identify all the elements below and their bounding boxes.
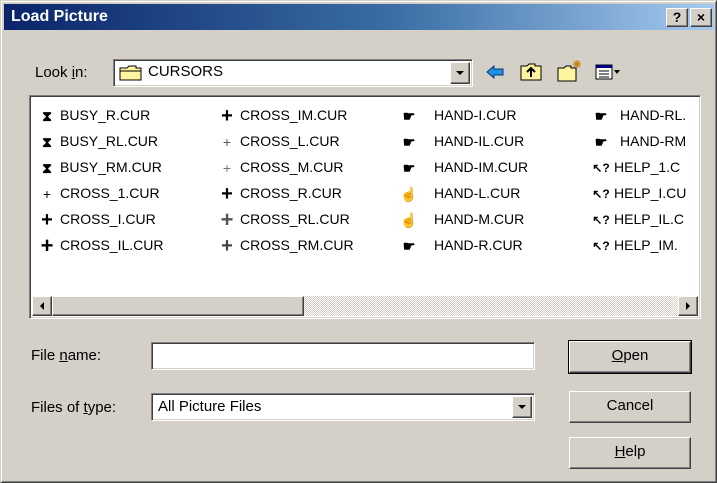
context-help-button[interactable]: ? [666, 8, 688, 27]
hourglass-icon: ⧗ [42, 160, 52, 177]
crosshair-icon: + [221, 183, 233, 206]
hand-cursor-icon: ☛ [402, 160, 416, 177]
help-cursor-icon: ↖? [592, 161, 610, 176]
list-item[interactable]: + CROSS_IM.CUR [216, 102, 354, 128]
hourglass-icon: ⧗ [42, 108, 52, 125]
crosshair-icon: + [41, 209, 53, 232]
look-in-value: CURSORS [148, 63, 224, 80]
hourglass-icon: ⧗ [42, 134, 52, 151]
list-item[interactable]: ☛ HAND-IM.CUR [398, 154, 528, 180]
look-in-select[interactable]: CURSORS [113, 59, 473, 87]
list-item[interactable]: ☛ HAND-RM [590, 128, 686, 154]
list-item[interactable]: ↖? HELP_I.CU [590, 180, 686, 206]
list-item[interactable]: ☛ HAND-R.CUR [398, 232, 528, 258]
list-item[interactable]: + CROSS_R.CUR [216, 180, 354, 206]
hand-cursor-icon: ☝ [400, 186, 418, 203]
help-cursor-icon: ↖? [592, 213, 610, 228]
folder-icon [119, 65, 142, 81]
help-cursor-icon: ↖? [592, 187, 610, 202]
open-button[interactable]: Open [568, 340, 692, 374]
hand-cursor-icon: ☛ [594, 108, 608, 125]
list-item[interactable]: ↖? HELP_IM. [590, 232, 686, 258]
file-column-1: ⧗ BUSY_R.CUR ⧗ BUSY_RL.CUR ⧗ BUSY_RM.CUR + C… [36, 102, 164, 259]
help-button[interactable]: Help [569, 437, 691, 469]
crosshair-icon: + [42, 186, 52, 203]
list-item[interactable]: ↖? HELP_1.C [590, 154, 686, 180]
up-one-level-icon[interactable] [517, 58, 545, 86]
list-item[interactable]: ☛ HAND-I.CUR [398, 102, 528, 128]
load-picture-dialog: Load Picture ? × Look in: CURSORS ⧗ BUSY_… [0, 0, 717, 483]
list-item[interactable]: + CROSS_1.CUR [36, 180, 163, 206]
crosshair-icon: + [222, 134, 232, 151]
scroll-thumb[interactable] [52, 296, 304, 316]
dialog-title: Load Picture [11, 8, 108, 25]
crosshair-icon: + [221, 105, 233, 128]
list-item[interactable]: + CROSS_L.CUR [216, 128, 354, 154]
title-bar[interactable]: Load Picture ? × [4, 4, 714, 30]
list-item[interactable]: ☝ HAND-M.CUR [398, 206, 528, 232]
help-cursor-icon: ↖? [592, 239, 610, 254]
back-arrow-icon[interactable] [481, 58, 509, 86]
file-column-3: ☛ HAND-I.CUR ☛ HAND-IL.CUR ☛ HAND-IM.CUR ☝ H… [398, 102, 528, 258]
list-item[interactable]: + CROSS_M.CUR [216, 154, 354, 180]
crosshair-icon: + [40, 233, 54, 259]
scroll-left-button[interactable] [32, 296, 52, 316]
arrow-left-icon [40, 302, 44, 310]
crosshair-icon: + [222, 160, 232, 177]
crosshair-icon: + [220, 207, 234, 233]
files-of-type-value: All Picture Files [158, 398, 262, 415]
list-item[interactable]: ↖? HELP_IL.C [590, 206, 686, 232]
files-of-type-select[interactable]: All Picture Files [151, 393, 535, 421]
hand-cursor-icon: ☛ [402, 238, 416, 255]
file-column-4: ☛ HAND-RL. ☛ HAND-RM ↖? HELP_1.C ↖? HELP_I.C… [590, 102, 686, 258]
list-item[interactable]: ☛ HAND-RL. [590, 102, 686, 128]
list-item[interactable]: ☝ HAND-L.CUR [398, 180, 528, 206]
list-item[interactable]: + CROSS_RL.CUR [216, 206, 354, 232]
list-item[interactable]: + CROSS_I.CUR [36, 206, 163, 232]
close-button[interactable]: × [690, 8, 712, 27]
arrow-right-icon [686, 302, 690, 310]
list-item[interactable]: ⧗ BUSY_RM.CUR [36, 154, 163, 180]
list-item[interactable]: ⧗ BUSY_R.CUR [36, 102, 163, 128]
files-of-type-dropdown-button[interactable] [512, 396, 532, 418]
list-item[interactable]: + CROSS_RM.CUR [216, 232, 353, 258]
look-in-dropdown-button[interactable] [450, 62, 470, 84]
list-item[interactable]: ⧗ BUSY_RL.CUR [36, 128, 163, 154]
hand-cursor-icon: ☛ [594, 134, 608, 151]
hand-cursor-icon: ☝ [400, 212, 418, 229]
file-name-input[interactable] [151, 342, 535, 370]
list-item[interactable]: + CROSS_IL.CUR [36, 232, 164, 259]
scroll-right-button[interactable] [678, 296, 698, 316]
new-folder-icon[interactable] [555, 58, 583, 86]
horizontal-scrollbar[interactable] [32, 296, 698, 316]
look-in-label: Look in: [35, 64, 88, 81]
file-name-label: File name: [31, 347, 102, 364]
list-item[interactable]: ☛ HAND-IL.CUR [398, 128, 528, 154]
crosshair-icon: + [221, 235, 233, 258]
file-list[interactable]: ⧗ BUSY_R.CUR ⧗ BUSY_RL.CUR ⧗ BUSY_RM.CUR + C… [29, 95, 701, 319]
hand-cursor-icon: ☛ [402, 108, 416, 125]
cancel-button[interactable]: Cancel [569, 391, 691, 423]
hand-cursor-icon: ☛ [402, 134, 416, 151]
files-of-type-label: Files of type: [31, 399, 117, 416]
file-column-2: + CROSS_IM.CUR + CROSS_L.CUR + CROSS_M.CUR … [216, 102, 354, 258]
view-menu-icon[interactable] [593, 58, 621, 86]
